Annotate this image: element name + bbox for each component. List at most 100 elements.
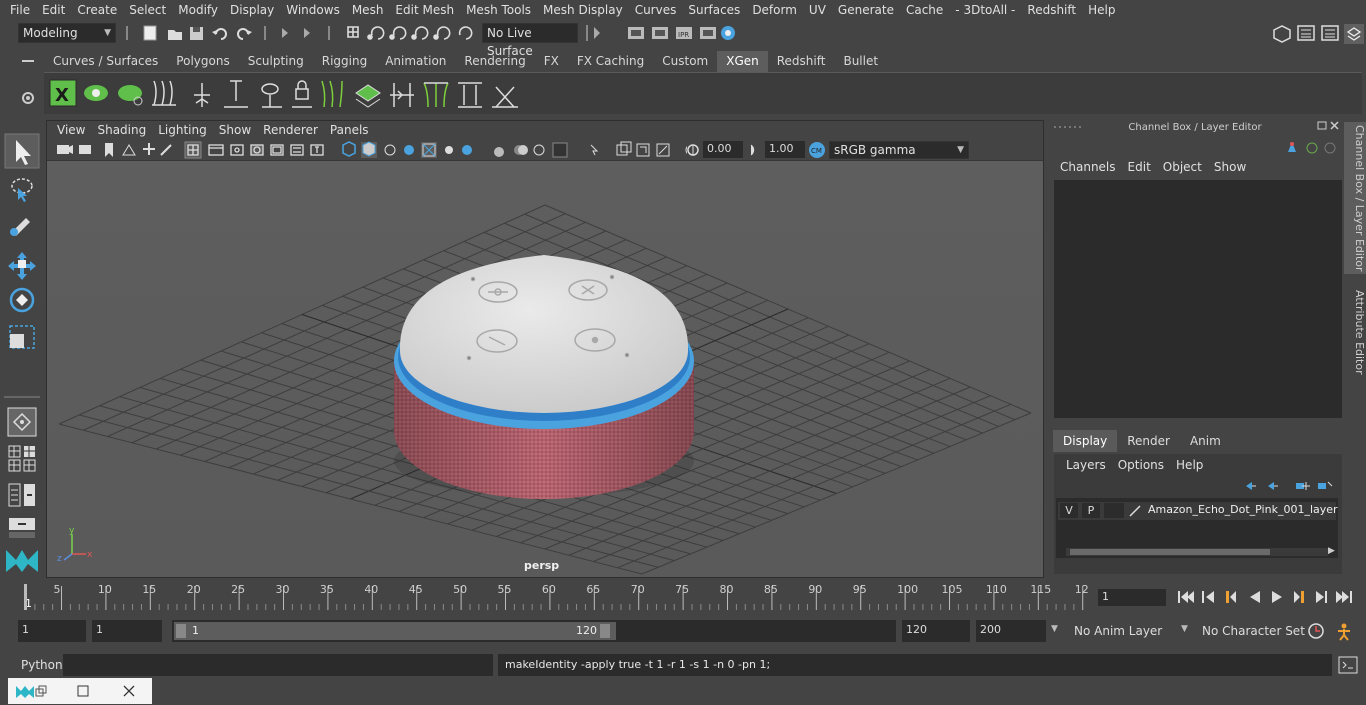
layer-scroll-thumb[interactable] <box>1070 549 1270 555</box>
start-time-field[interactable]: 1 <box>18 620 86 642</box>
range-slider-track[interactable]: 1 120 <box>172 620 896 642</box>
tab-polygons[interactable]: Polygons <box>167 51 238 72</box>
tab-fx-caching[interactable]: FX Caching <box>568 51 653 72</box>
tab-bullet[interactable]: Bullet <box>834 51 887 72</box>
xgen-insert-guide-icon[interactable] <box>224 80 248 108</box>
tab-redshift[interactable]: Redshift <box>768 51 835 72</box>
scene-canvas[interactable]: y x z <box>47 161 1043 577</box>
step-back-key-icon[interactable] <box>1202 591 1214 603</box>
echo-dot-model[interactable] <box>394 255 694 499</box>
menu-display[interactable]: Display <box>224 3 280 17</box>
layer-row[interactable]: V P Amazon_Echo_Dot_Pink_001_layer <box>1058 502 1338 520</box>
live-surface-field[interactable]: No Live Surface <box>482 23 578 58</box>
rotate-tool-icon[interactable] <box>9 287 35 313</box>
tab-fx[interactable]: FX <box>535 51 568 72</box>
channel-box-mode-icons[interactable] <box>1282 138 1336 156</box>
menu-help[interactable]: Help <box>1082 3 1121 17</box>
range-slider-handle[interactable]: 1 120 <box>174 622 616 640</box>
script-editor-icon[interactable] <box>1338 656 1358 674</box>
tab-custom[interactable]: Custom <box>653 51 717 72</box>
scale-tool-icon[interactable] <box>9 325 35 349</box>
channel-box-area[interactable] <box>1054 180 1342 418</box>
chevron-down-icon[interactable]: ▼ <box>1051 624 1058 634</box>
close-icon[interactable] <box>123 685 135 697</box>
playback-end-field[interactable]: 120 <box>902 620 970 642</box>
xgen-cut-icon[interactable] <box>492 86 518 108</box>
play-forward-icon[interactable] <box>1272 591 1282 603</box>
menu-deform[interactable]: Deform <box>746 3 803 17</box>
play-back-icon[interactable] <box>1250 591 1260 603</box>
layout-single-icon[interactable] <box>8 445 35 458</box>
menu-file[interactable]: File <box>4 3 36 17</box>
layout-four-icon[interactable] <box>8 459 36 472</box>
menu-generate[interactable]: Generate <box>832 3 900 17</box>
step-forward-key-icon[interactable] <box>1316 591 1327 603</box>
step-forward-frame-icon[interactable] <box>1294 591 1304 603</box>
layer-menu-options[interactable]: Options <box>1112 458 1170 472</box>
layer-playback-toggle[interactable]: P <box>1082 503 1100 518</box>
cb-menu-object[interactable]: Object <box>1157 160 1208 174</box>
xgen-groom-icon[interactable] <box>118 85 143 106</box>
vp-menu-panels[interactable]: Panels <box>324 123 375 137</box>
current-frame-field[interactable]: 1 <box>1098 589 1166 606</box>
xgen-guides-icon[interactable] <box>152 80 176 106</box>
end-time-field[interactable]: 200 <box>976 620 1046 642</box>
xgen-curves-icon[interactable] <box>321 80 343 108</box>
cb-menu-edit[interactable]: Edit <box>1122 160 1157 174</box>
tab-channel-box-layer-editor[interactable]: Channel Box / Layer Editor <box>1344 122 1366 274</box>
tab-rendering[interactable]: Rendering <box>455 51 534 72</box>
time-slider[interactable]: 5 10 15 20 25 30 35 40 45 50 55 60 65 70 75 80 85 90 95 100… <box>18 582 1092 612</box>
xgen-density-icon[interactable] <box>355 84 381 108</box>
shelf-side-controls[interactable] <box>18 52 40 114</box>
menu-create[interactable]: Create <box>71 3 123 17</box>
menu-mesh-tools[interactable]: Mesh Tools <box>460 3 537 17</box>
xgen-window-icon[interactable]: X <box>49 79 77 107</box>
render-tools-icons[interactable]: IPR <box>584 23 744 43</box>
tab-rigging[interactable]: Rigging <box>313 51 376 72</box>
lasso-tool-icon[interactable] <box>11 178 33 202</box>
layout-side-icon[interactable] <box>8 483 35 507</box>
time-ruler[interactable]: 5 10 15 20 25 30 35 40 45 50 55 60 65 70 75 80 85 90 95 100… <box>18 582 1092 612</box>
menu-surfaces[interactable]: Surfaces <box>682 3 746 17</box>
command-input[interactable] <box>63 654 493 676</box>
snap-tools-icons[interactable] <box>344 23 476 43</box>
tab-xgen[interactable]: XGen <box>717 51 768 72</box>
color-management-icon[interactable]: CM <box>807 140 829 160</box>
menu-windows[interactable]: Windows <box>280 3 346 17</box>
xgen-lock-guide-icon[interactable] <box>292 80 312 108</box>
panel-float-close-icons[interactable] <box>1316 120 1342 132</box>
soft-select-icon[interactable] <box>7 407 37 437</box>
layer-menu-help[interactable]: Help <box>1170 458 1209 472</box>
restore-icon[interactable] <box>35 685 47 697</box>
cb-menu-channels[interactable]: Channels <box>1054 160 1122 174</box>
range-handle-left[interactable] <box>176 624 186 638</box>
xgen-orient-icon[interactable] <box>390 83 414 107</box>
xgen-sculpt-guide-icon[interactable] <box>261 83 282 108</box>
menu-3dtoall[interactable]: - 3DtoAll - <box>949 3 1021 17</box>
tab-animation[interactable]: Animation <box>376 51 455 72</box>
file-tools-icons[interactable] <box>124 24 344 42</box>
layer-name[interactable]: Amazon_Echo_Dot_Pink_001_layer <box>1148 503 1338 516</box>
range-handle-right[interactable] <box>600 624 610 638</box>
xgen-length-icon[interactable] <box>458 82 482 108</box>
vp-menu-renderer[interactable]: Renderer <box>257 123 324 137</box>
layout-bottom-icon[interactable] <box>9 518 35 538</box>
current-time-marker[interactable] <box>24 584 27 610</box>
go-to-start-icon[interactable] <box>1178 591 1194 603</box>
menu-redshift[interactable]: Redshift <box>1021 3 1082 17</box>
tab-render[interactable]: Render <box>1117 430 1180 452</box>
tab-anim[interactable]: Anim <box>1180 430 1231 452</box>
step-back-frame-icon[interactable] <box>1226 591 1236 603</box>
cb-menu-show[interactable]: Show <box>1208 160 1252 174</box>
chevron-down-icon[interactable]: ▼ <box>1181 624 1188 634</box>
vp-menu-shading[interactable]: Shading <box>91 123 152 137</box>
character-set-dropdown[interactable]: No Character Set <box>1196 620 1305 642</box>
vp-menu-lighting[interactable]: Lighting <box>152 123 213 137</box>
menu-modify[interactable]: Modify <box>172 3 224 17</box>
script-language-label[interactable]: Python <box>21 658 63 672</box>
exposure-field[interactable]: 0.00 <box>703 141 743 158</box>
menu-mesh-display[interactable]: Mesh Display <box>537 3 629 17</box>
viewport-toolbar-icons[interactable] <box>47 139 687 161</box>
layer-scrollbar[interactable] <box>1066 548 1328 556</box>
layer-action-icons[interactable] <box>1240 478 1340 494</box>
